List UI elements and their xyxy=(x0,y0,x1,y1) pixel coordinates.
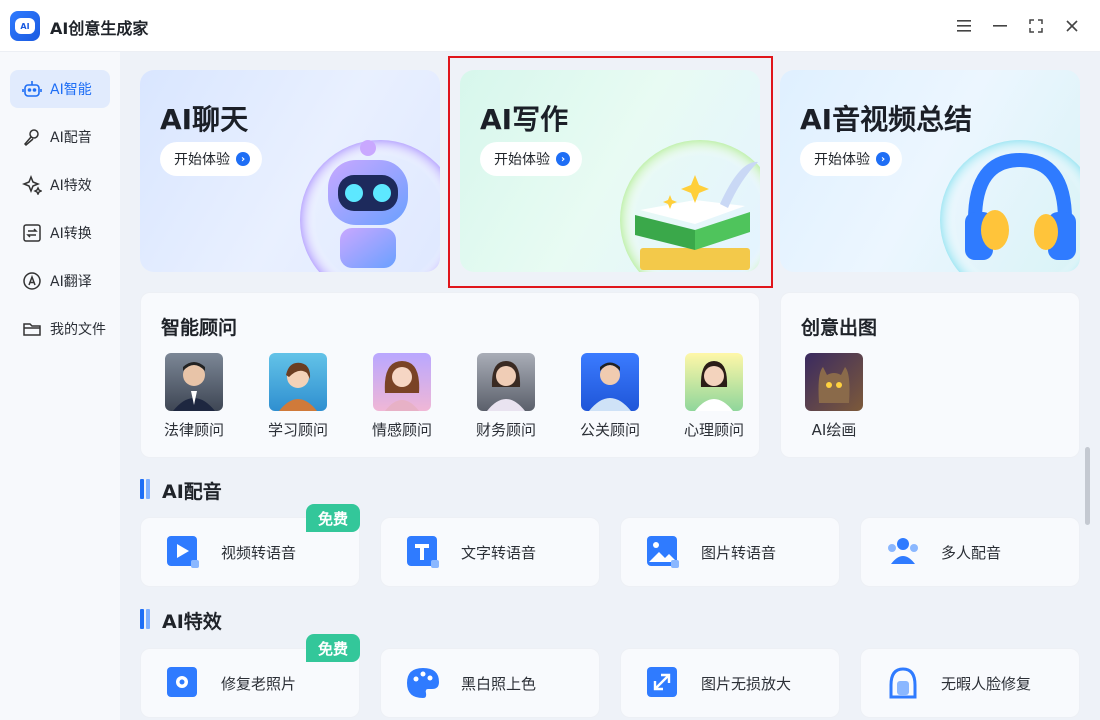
section-title-dubbing: AI配音 xyxy=(162,481,222,503)
sidebar-item-label: 我的文件 xyxy=(50,322,106,338)
tool-colorize[interactable]: 黑白照上色 xyxy=(380,648,600,718)
free-badge: 免费 xyxy=(306,504,360,532)
sidebar-item-ai-convert[interactable]: AI转换 xyxy=(10,214,110,252)
tool-label: 图片无损放大 xyxy=(701,674,792,693)
sidebar-item-label: AI转换 xyxy=(50,226,92,242)
tool-label: 黑白照上色 xyxy=(461,674,537,693)
translate-icon xyxy=(22,271,42,291)
tool-label: 视频转语音 xyxy=(221,543,297,562)
hero-title: AI写作 xyxy=(480,103,569,136)
app-logo-text: AI xyxy=(15,18,35,34)
advisor-pr[interactable]: 公关顾问 xyxy=(575,353,645,443)
sidebar: AI智能 AI配音 AI特效 AI转换 AI翻译 我的文件 xyxy=(0,52,120,720)
face-repair-icon xyxy=(885,665,921,701)
folder-icon xyxy=(22,319,42,339)
avatar xyxy=(269,353,327,411)
panel-title: 创意出图 xyxy=(801,317,878,339)
video-to-voice-icon xyxy=(165,534,201,570)
vertical-scrollbar[interactable] xyxy=(1085,447,1090,525)
sidebar-item-ai-smart[interactable]: AI智能 xyxy=(10,70,110,108)
robot-illustration xyxy=(300,140,440,272)
sidebar-item-ai-effects[interactable]: AI特效 xyxy=(10,166,110,204)
menu-icon[interactable] xyxy=(950,12,978,40)
microphone-icon xyxy=(22,127,42,147)
close-icon[interactable] xyxy=(1058,12,1086,40)
hero-ai-writing-card[interactable]: AI写作 开始体验 › xyxy=(460,70,760,272)
image-to-voice-icon xyxy=(645,534,681,570)
free-badge: 免费 xyxy=(306,634,360,662)
sidebar-item-ai-dubbing[interactable]: AI配音 xyxy=(10,118,110,156)
sidebar-item-label: AI翻译 xyxy=(50,274,92,290)
avatar xyxy=(477,353,535,411)
avatar xyxy=(165,353,223,411)
advisor-name: 情感顾问 xyxy=(371,421,432,439)
app-logo-icon: AI xyxy=(10,11,40,41)
hero-ai-chat-card[interactable]: AI聊天 开始体验 › xyxy=(140,70,440,272)
advisor-finance[interactable]: 财务顾问 xyxy=(471,353,541,443)
start-experience-button[interactable]: 开始体验 › xyxy=(800,142,902,176)
hero-title: AI音视频总结 xyxy=(800,103,973,136)
avatar xyxy=(581,353,639,411)
tool-upscale[interactable]: 图片无损放大 xyxy=(620,648,840,718)
app-title: AI创意生成家 xyxy=(50,19,149,38)
sidebar-item-label: AI智能 xyxy=(50,82,92,98)
sidebar-item-my-files[interactable]: 我的文件 xyxy=(10,310,110,348)
sparkle-icon xyxy=(22,175,42,195)
advisor-psychology[interactable]: 心理顾问 xyxy=(679,353,749,443)
hero-title: AI聊天 xyxy=(160,103,249,136)
advisor-study[interactable]: 学习顾问 xyxy=(263,353,333,443)
advisor-name: 财务顾问 xyxy=(475,421,536,439)
panel-title: 智能顾问 xyxy=(161,317,238,339)
tool-multi-voice[interactable]: 多人配音 xyxy=(860,517,1080,587)
tool-image-to-voice[interactable]: 图片转语音 xyxy=(620,517,840,587)
start-experience-button[interactable]: 开始体验 › xyxy=(160,142,262,176)
creative-item-name: AI绘画 xyxy=(811,421,857,439)
upscale-icon xyxy=(645,665,681,701)
advisor-name: 学习顾问 xyxy=(267,421,328,439)
tool-label: 多人配音 xyxy=(941,543,1002,562)
arrow-right-icon: › xyxy=(876,152,890,166)
text-to-voice-icon xyxy=(405,534,441,570)
advisor-name: 法律顾问 xyxy=(163,421,224,439)
photo-repair-icon xyxy=(165,665,201,701)
convert-icon xyxy=(22,223,42,243)
tool-label: 无暇人脸修复 xyxy=(941,674,1032,693)
arrow-right-icon: › xyxy=(556,152,570,166)
robot-icon xyxy=(22,79,42,99)
palette-icon xyxy=(405,665,441,701)
hero-ai-av-summary-card[interactable]: AI音视频总结 开始体验 › xyxy=(780,70,1080,272)
button-label: 开始体验 xyxy=(814,152,870,168)
tool-label: 修复老照片 xyxy=(221,674,297,693)
main-content: AI聊天 开始体验 › AI写作 开始体验 › AI音视频总结 开始体验 › 智… xyxy=(120,52,1100,720)
smart-advisor-panel: 智能顾问 法律顾问 学习顾问 情感顾问 财务顾问 公关顾问 心理顾问 xyxy=(140,292,760,458)
button-label: 开始体验 xyxy=(174,152,230,168)
creative-image-panel: 创意出图 AI绘画 xyxy=(780,292,1080,458)
sidebar-item-label: AI配音 xyxy=(50,130,92,146)
tool-label: 文字转语音 xyxy=(461,543,537,562)
maximize-icon[interactable] xyxy=(1022,12,1050,40)
arrow-right-icon: › xyxy=(236,152,250,166)
section-title-effects: AI特效 xyxy=(162,611,222,633)
tool-face-repair[interactable]: 无暇人脸修复 xyxy=(860,648,1080,718)
avatar xyxy=(685,353,743,411)
advisor-emotion[interactable]: 情感顾问 xyxy=(367,353,437,443)
book-illustration xyxy=(620,140,760,272)
advisor-law[interactable]: 法律顾问 xyxy=(159,353,229,443)
start-experience-button[interactable]: 开始体验 › xyxy=(480,142,582,176)
sidebar-item-label: AI特效 xyxy=(50,178,92,194)
minimize-icon[interactable] xyxy=(986,12,1014,40)
sidebar-item-ai-translate[interactable]: AI翻译 xyxy=(10,262,110,300)
ai-painting-item[interactable]: AI绘画 xyxy=(799,353,869,443)
button-label: 开始体验 xyxy=(494,152,550,168)
advisor-name: 公关顾问 xyxy=(579,421,640,439)
avatar xyxy=(373,353,431,411)
tool-label: 图片转语音 xyxy=(701,543,777,562)
multi-voice-icon xyxy=(885,534,921,570)
cat-painting-thumbnail xyxy=(805,353,863,411)
headphones-illustration xyxy=(940,140,1080,272)
tool-text-to-voice[interactable]: 文字转语音 xyxy=(380,517,600,587)
title-bar: AI AI创意生成家 xyxy=(0,0,1100,52)
advisor-name: 心理顾问 xyxy=(683,421,744,439)
